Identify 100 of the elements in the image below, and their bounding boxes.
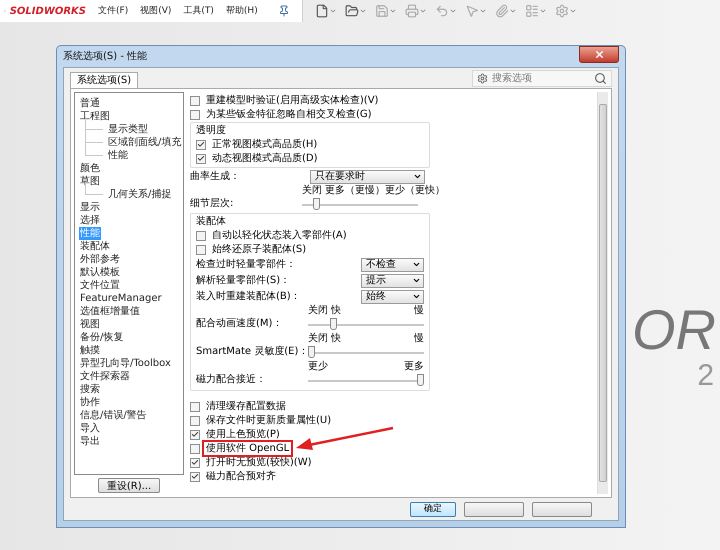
pin-icon[interactable] <box>278 5 290 17</box>
tab[interactable]: 系统选项(S) <box>70 72 138 88</box>
checkbox-label: 打开时无预览(较快)(W) <box>205 456 312 469</box>
tree-item[interactable]: 选择 <box>79 214 101 227</box>
slider-thumb[interactable] <box>330 318 337 330</box>
tree-item[interactable]: 视图 <box>79 318 101 331</box>
dialog-button[interactable] <box>532 502 592 516</box>
background-logo-text: OR <box>632 300 717 360</box>
menu-item[interactable]: 工具(T) <box>183 5 214 17</box>
close-button[interactable] <box>579 46 619 63</box>
tree-item[interactable]: 显示类型 <box>107 123 149 136</box>
slider-min-label: 关闭 快 <box>308 305 342 317</box>
dialog-title: 系统选项(S) - 性能 <box>63 50 148 64</box>
slider-label: 磁力配合接近： <box>196 374 266 387</box>
tree-item[interactable]: 普通 <box>79 97 101 110</box>
slider-min-label: 关闭 更多（更慢） <box>302 185 386 197</box>
tree-connector-line <box>85 143 103 156</box>
tree-item[interactable]: FeatureManager <box>79 292 163 305</box>
menu-item[interactable]: 帮助(H) <box>226 5 258 17</box>
ok-button[interactable]: 确定 <box>410 502 456 516</box>
checkbox[interactable] <box>196 140 206 150</box>
slider-thumb[interactable] <box>312 198 320 210</box>
dropdown[interactable]: 提示 <box>360 274 424 288</box>
caret-icon <box>388 7 397 15</box>
slider-label: 配合动画速度(M)： <box>196 318 282 331</box>
dropdown[interactable]: 始终 <box>360 290 424 304</box>
dropdown[interactable]: 不检查 <box>360 258 424 272</box>
tree-item[interactable]: 信息/错误/警告 <box>79 409 148 422</box>
tree-item[interactable]: 装配体 <box>79 240 111 253</box>
checkbox-label: 保存文件时更新质量属性(U) <box>205 414 332 427</box>
caret-icon <box>478 7 487 15</box>
caret-icon <box>538 7 547 15</box>
tree-connector-line <box>85 130 103 143</box>
tree-item[interactable]: 选值框增量值 <box>79 305 141 318</box>
tree-item[interactable]: 性能 <box>107 149 129 162</box>
checkbox[interactable] <box>196 154 206 164</box>
background-logo-text: 2 <box>697 360 715 392</box>
checkbox-label: 重建模型时验证(启用高级实体检查)(V) <box>205 94 380 107</box>
menu-item[interactable]: 视图(V) <box>140 5 172 17</box>
slider-max-label: 慢 <box>414 333 424 345</box>
checkbox[interactable] <box>190 402 200 412</box>
checkbox[interactable] <box>196 244 206 254</box>
checkbox-label: 始终还原子装配体(S) <box>211 243 308 256</box>
checkbox[interactable] <box>190 444 200 454</box>
close-icon <box>594 49 604 60</box>
dropdown[interactable]: 只在要求时 <box>310 170 425 184</box>
tree-item[interactable]: 文件探索器 <box>79 370 131 383</box>
slider-min-label: 关闭 快 <box>308 333 342 345</box>
slider-max-label: 更多 <box>404 361 424 373</box>
checkbox[interactable] <box>190 96 200 106</box>
slider-thumb[interactable] <box>417 374 424 386</box>
dropdown-label: 曲率生成： <box>190 170 241 184</box>
slider-label: 细节层次: <box>190 198 234 211</box>
checkbox-label: 磁力配合预对齐 <box>205 470 277 483</box>
tree-item[interactable]: 导出 <box>79 435 101 448</box>
dialog-button[interactable] <box>464 502 524 516</box>
caret-icon <box>448 7 457 15</box>
checkbox[interactable] <box>196 230 206 240</box>
tree-item[interactable]: 颜色 <box>79 162 101 175</box>
app-logo: SOLIDWORKS <box>10 4 86 18</box>
search-bar[interactable]: 搜索选项 <box>472 70 612 87</box>
checkbox[interactable] <box>190 110 200 120</box>
caret-icon <box>413 172 422 181</box>
checkbox[interactable] <box>190 416 200 426</box>
tree-item[interactable]: 协作 <box>79 396 101 409</box>
tree-item[interactable]: 区域剖面线/填充 <box>107 136 182 149</box>
caret-icon <box>508 7 517 15</box>
tree-item[interactable]: 备份/恢复 <box>79 331 124 344</box>
caret-icon <box>568 7 577 15</box>
checkbox-label: 为某些钣金特征忽略自相交叉检查(G) <box>205 108 373 121</box>
tree-item[interactable]: 触摸 <box>79 344 101 357</box>
reset-button[interactable]: 重设(R)... <box>98 478 160 493</box>
slider-min-label: 更少 <box>308 361 328 373</box>
menu-item[interactable]: 文件(F) <box>98 5 128 17</box>
tree-item[interactable]: 几何关系/捕捉 <box>107 188 172 201</box>
checkbox-label: 正常视图模式高品质(H) <box>211 138 318 151</box>
checkbox[interactable] <box>190 430 200 440</box>
slider-thumb[interactable] <box>308 346 315 358</box>
tree-item[interactable]: 搜索 <box>79 383 101 396</box>
gear-icon[interactable] <box>477 73 488 84</box>
tree-item[interactable]: 默认模板 <box>79 266 121 279</box>
tree-item[interactable]: 导入 <box>79 422 101 435</box>
tree-item[interactable]: 工程图 <box>79 110 111 123</box>
scrollbar[interactable] <box>597 92 608 494</box>
caret-icon <box>328 7 337 15</box>
slider-max-label: 慢 <box>414 305 424 317</box>
search-icon[interactable] <box>594 72 607 85</box>
tree-item[interactable]: 外部参考 <box>79 253 121 266</box>
checkbox-label: 清理缓存配置数据 <box>205 400 287 413</box>
search-field[interactable]: 搜索选项 <box>492 71 590 86</box>
toolbar-icon[interactable] <box>344 4 359 18</box>
group-title: 装配体 <box>196 215 227 228</box>
tree-item[interactable]: 文件位置 <box>79 279 121 292</box>
tree-item[interactable]: 显示 <box>79 201 101 214</box>
checkbox-label: 使用上色预览(P) <box>205 428 281 441</box>
checkbox-label: 动态视图模式高品质(D) <box>211 152 319 165</box>
toolbar-icon[interactable] <box>314 4 329 18</box>
checkbox[interactable] <box>190 458 200 468</box>
tree-item[interactable]: 异型孔向导/Toolbox <box>79 357 172 370</box>
checkbox[interactable] <box>190 472 200 482</box>
